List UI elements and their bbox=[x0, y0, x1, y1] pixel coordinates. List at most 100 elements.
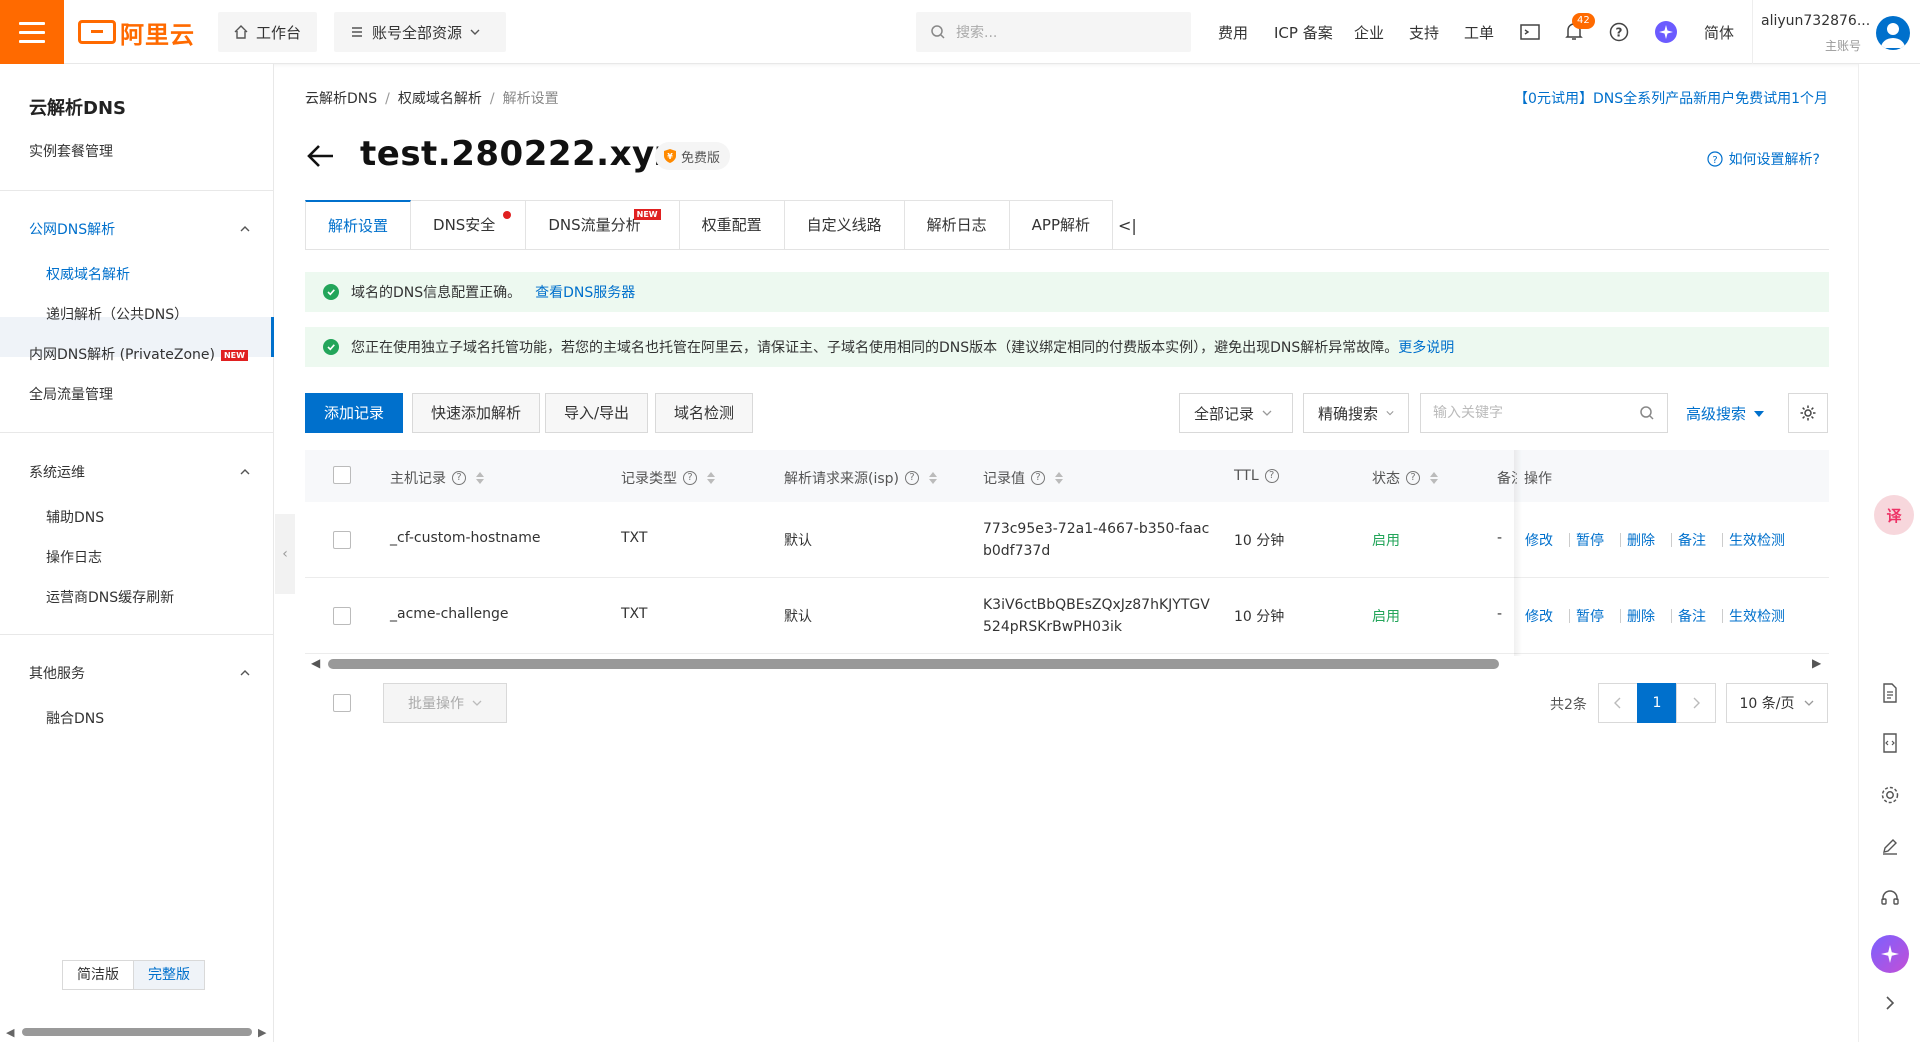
translate-icon[interactable]: 译 bbox=[1874, 495, 1914, 535]
quick-add-button[interactable]: 快速添加解析 bbox=[412, 393, 541, 433]
breadcrumb-item[interactable]: 权威域名解析 bbox=[398, 91, 482, 107]
row-checkbox[interactable] bbox=[333, 607, 351, 625]
footer-select-all-checkbox[interactable] bbox=[333, 694, 351, 712]
back-arrow-icon[interactable] bbox=[305, 140, 337, 172]
row-checkbox[interactable] bbox=[333, 531, 351, 549]
col-status[interactable]: 状态? bbox=[1372, 468, 1438, 488]
sidebar-item-op-log[interactable]: 操作日志 bbox=[46, 547, 102, 567]
promo-link[interactable]: 【0元试用】DNS全系列产品新用户免费试用1个月 bbox=[1514, 88, 1828, 108]
scroll-left-icon[interactable]: ◀ bbox=[6, 1026, 14, 1039]
page-size-select[interactable]: 10 条/页 bbox=[1726, 683, 1828, 723]
sidebar-item-instance-mgmt[interactable]: 实例套餐管理 bbox=[29, 141, 113, 161]
terminal-icon[interactable] bbox=[1518, 20, 1542, 44]
resources-dropdown[interactable]: 账号全部资源 bbox=[334, 12, 506, 52]
next-page-button[interactable] bbox=[1676, 683, 1716, 723]
help-icon[interactable]: ? bbox=[1264, 469, 1279, 483]
remark-action[interactable]: 备注 bbox=[1678, 606, 1706, 626]
col-type[interactable]: 记录类型? bbox=[621, 468, 715, 488]
sidebar-item-gtm[interactable]: 全局流量管理 bbox=[29, 384, 113, 404]
tab-weight-config[interactable]: 权重配置 bbox=[679, 200, 785, 250]
ai-assistant-button[interactable] bbox=[1871, 935, 1909, 973]
help-icon[interactable]: ? bbox=[1406, 471, 1420, 485]
workbench-button[interactable]: 工作台 bbox=[218, 12, 318, 52]
remark-action[interactable]: 备注 bbox=[1678, 530, 1706, 550]
advanced-search-button[interactable]: 高级搜索 bbox=[1686, 403, 1765, 424]
scroll-right-icon[interactable]: ▶ bbox=[258, 1026, 266, 1039]
select-all-checkbox[interactable] bbox=[333, 466, 351, 484]
delete-action[interactable]: 删除 bbox=[1627, 606, 1655, 626]
tab-app-resolve[interactable]: APP解析 bbox=[1009, 200, 1114, 250]
sidebar-group-ops[interactable]: 系统运维 bbox=[29, 462, 85, 482]
aliyun-logo[interactable]: 阿里云 bbox=[78, 16, 195, 49]
table-settings-button[interactable] bbox=[1788, 393, 1828, 433]
edit-action[interactable]: 修改 bbox=[1525, 606, 1553, 626]
col-host[interactable]: 主机记录? bbox=[390, 468, 484, 488]
sort-icon[interactable] bbox=[929, 472, 937, 484]
scroll-left-icon[interactable]: ◀ bbox=[311, 656, 320, 670]
help-icon[interactable]: ? bbox=[905, 471, 919, 485]
sort-icon[interactable] bbox=[476, 472, 484, 484]
tab-dns-traffic[interactable]: DNS流量分析 NEW bbox=[526, 200, 680, 250]
table-horizontal-scrollbar[interactable] bbox=[328, 659, 1499, 669]
pause-action[interactable]: 暂停 bbox=[1576, 530, 1604, 550]
nav-enterprise[interactable]: 企业 bbox=[1354, 22, 1384, 43]
add-record-button[interactable]: 添加记录 bbox=[305, 393, 404, 433]
chevron-up-icon[interactable] bbox=[240, 467, 250, 477]
code-doc-icon[interactable] bbox=[1873, 726, 1907, 760]
edit-action[interactable]: 修改 bbox=[1525, 530, 1553, 550]
chevron-up-icon[interactable] bbox=[240, 668, 250, 678]
mode-full-button[interactable]: 完整版 bbox=[133, 961, 204, 989]
nav-billing[interactable]: 费用 bbox=[1218, 22, 1248, 43]
col-isp[interactable]: 解析请求来源(isp)? bbox=[784, 468, 937, 488]
sidebar-item-aux-dns[interactable]: 辅助DNS bbox=[46, 507, 104, 527]
mode-simple-button[interactable]: 简洁版 bbox=[63, 961, 133, 989]
col-ttl[interactable]: TTL? bbox=[1234, 468, 1279, 484]
account-menu[interactable]: aliyun732876... 主账号 bbox=[1752, 0, 1920, 64]
sort-icon[interactable] bbox=[1055, 472, 1063, 484]
sidebar-item-fusion-dns[interactable]: 融合DNS bbox=[46, 708, 104, 728]
sidebar-scrollbar[interactable] bbox=[22, 1028, 252, 1036]
batch-actions-dropdown[interactable]: 批量操作 bbox=[383, 683, 507, 723]
sidebar-item-recursive[interactable]: 递归解析（公共DNS） bbox=[46, 304, 188, 324]
view-dns-servers-link[interactable]: 查看DNS服务器 bbox=[535, 282, 635, 302]
pause-action[interactable]: 暂停 bbox=[1576, 606, 1604, 626]
sidebar-group-other[interactable]: 其他服务 bbox=[29, 663, 85, 683]
delete-action[interactable]: 删除 bbox=[1627, 530, 1655, 550]
tab-custom-lines[interactable]: 自定义线路 bbox=[784, 200, 905, 250]
nav-support[interactable]: 支持 bbox=[1409, 22, 1439, 43]
help-icon[interactable]: ? bbox=[683, 471, 697, 485]
record-filter-select[interactable]: 全部记录 bbox=[1179, 393, 1293, 433]
nav-icp[interactable]: ICP 备案 bbox=[1274, 22, 1333, 43]
sort-icon[interactable] bbox=[707, 472, 715, 484]
howto-link[interactable]: ? 如何设置解析? bbox=[1706, 149, 1820, 169]
tab-resolve-settings[interactable]: 解析设置 bbox=[305, 200, 412, 250]
search-mode-select[interactable]: 精确搜索 bbox=[1303, 393, 1409, 433]
help-icon[interactable]: ? bbox=[452, 471, 466, 485]
headset-icon[interactable] bbox=[1873, 881, 1907, 915]
tab-dns-security[interactable]: DNS安全 bbox=[411, 200, 527, 250]
more-info-link[interactable]: 更多说明 bbox=[1398, 337, 1454, 357]
breadcrumb-item[interactable]: 云解析DNS bbox=[305, 91, 377, 107]
sidebar-collapse-handle[interactable]: ‹ bbox=[275, 514, 295, 594]
document-icon[interactable] bbox=[1873, 676, 1907, 710]
search-icon[interactable] bbox=[1639, 405, 1655, 421]
ai-assistant-icon[interactable] bbox=[1654, 20, 1678, 44]
import-export-button[interactable]: 导入/导出 bbox=[545, 393, 649, 433]
menu-icon[interactable] bbox=[0, 0, 64, 64]
edit-icon[interactable] bbox=[1873, 829, 1907, 863]
chevron-up-icon[interactable] bbox=[240, 224, 250, 234]
help-icon[interactable]: ? bbox=[1607, 20, 1631, 44]
global-search[interactable]: 搜索... bbox=[916, 12, 1191, 52]
prev-page-button[interactable] bbox=[1598, 683, 1638, 723]
nav-ticket[interactable]: 工单 bbox=[1464, 22, 1494, 43]
scroll-right-icon[interactable]: ▶ bbox=[1812, 656, 1821, 670]
avatar[interactable] bbox=[1876, 16, 1910, 50]
verify-action[interactable]: 生效检测 bbox=[1729, 530, 1785, 550]
sidebar-group-public-dns[interactable]: 公网DNS解析 bbox=[29, 219, 115, 239]
sidebar-item-authoritative[interactable]: 权威域名解析 bbox=[46, 264, 130, 284]
verify-action[interactable]: 生效检测 bbox=[1729, 606, 1785, 626]
collapse-tabs-icon[interactable]: <| bbox=[1118, 216, 1137, 235]
language-switch[interactable]: 简体 bbox=[1704, 22, 1734, 43]
sort-icon[interactable] bbox=[1430, 472, 1438, 484]
sidebar-item-private-zone[interactable]: 内网DNS解析 (PrivateZone) NEW bbox=[29, 344, 248, 364]
